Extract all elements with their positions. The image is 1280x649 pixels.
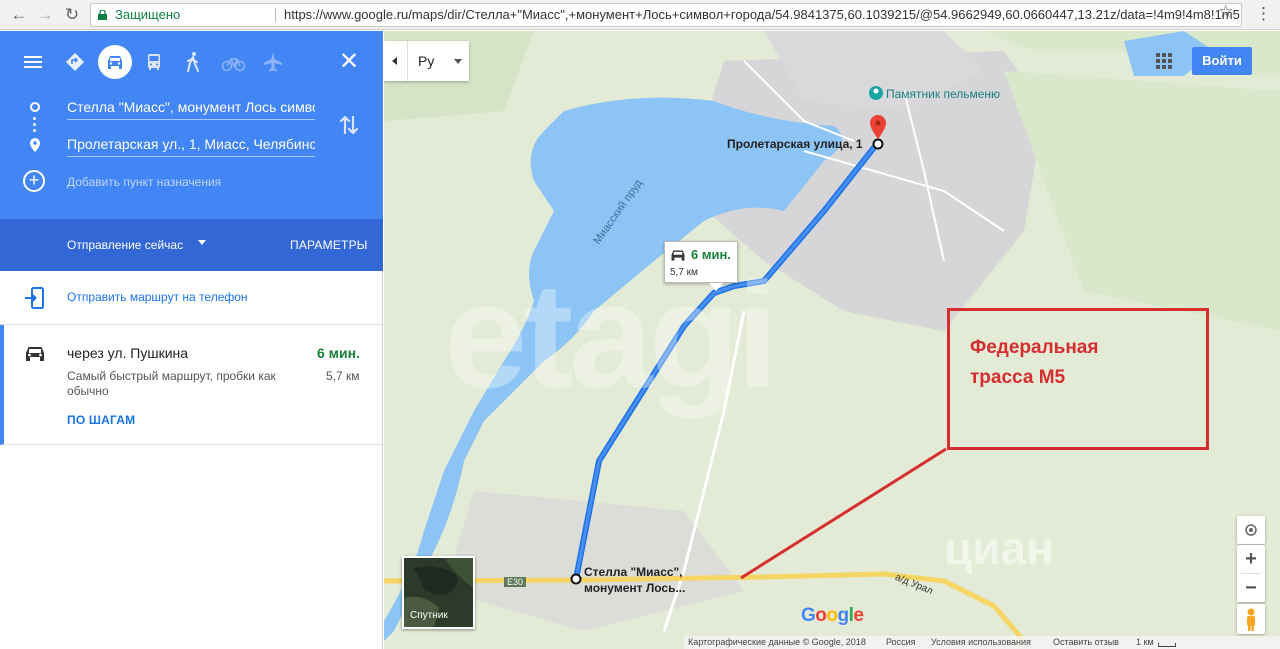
route-description: Самый быстрый маршрут, пробки как обычно: [67, 369, 276, 398]
travel-mode-row: ✕: [0, 43, 383, 81]
options-button[interactable]: ПАРАМЕТРЫ: [290, 238, 368, 252]
satellite-toggle[interactable]: Спутник: [402, 556, 475, 629]
callout-distance: 5,7 км: [670, 267, 698, 278]
directions-header: ✕ Стелла "Миасс", монумент Лось символ г…: [0, 31, 383, 219]
sign-in-button[interactable]: Войти: [1192, 47, 1252, 75]
address-bar[interactable]: Защищено https://www.google.ru/maps/dir/…: [90, 3, 1242, 27]
origin-dot-icon: [30, 102, 40, 112]
chevron-down-icon: [454, 59, 462, 64]
route-time-callout[interactable]: 6 мин. 5,7 км: [664, 241, 738, 291]
pegman-icon: [1247, 608, 1255, 631]
car-icon: [671, 250, 685, 261]
departure-bar: Отправление сейчас ПАРАМЕТРЫ: [0, 219, 383, 271]
scale-bar: [1158, 643, 1176, 647]
origin-label-line1[interactable]: Стелла "Миасс",: [584, 565, 683, 579]
origin-label-line2[interactable]: монумент Лось...: [584, 581, 685, 595]
flight-mode-icon[interactable]: [256, 45, 290, 79]
driving-mode-icon[interactable]: [98, 45, 132, 79]
country-link[interactable]: Россия: [886, 636, 916, 649]
language-selector[interactable]: Ру: [384, 41, 469, 81]
zoom-out-button[interactable]: −: [1237, 574, 1265, 602]
details-link[interactable]: ПО ШАГАМ: [67, 413, 135, 427]
route-via: через ул. Пушкина: [67, 345, 189, 361]
destination-input[interactable]: Пролетарская ул., 1, Миасс, Челябинская …: [67, 133, 315, 157]
street-view-pegman[interactable]: [1237, 604, 1265, 634]
route-option[interactable]: через ул. Пушкина 6 мин. Самый быстрый м…: [0, 325, 382, 445]
annotation-line2: трасса М5: [970, 367, 1066, 388]
lock-icon: [98, 10, 107, 20]
close-icon[interactable]: ✕: [336, 49, 362, 75]
add-destination-label[interactable]: Добавить пункт назначения: [67, 175, 221, 189]
locate-icon: [1245, 524, 1257, 536]
my-location-button[interactable]: [1237, 516, 1265, 544]
zoom-in-button[interactable]: +: [1237, 545, 1265, 573]
satellite-label: Спутник: [410, 610, 448, 621]
zoom-control: + −: [1237, 545, 1265, 602]
map-canvas[interactable]: etagi циан Ру Войти Памятник пельменю Пр…: [384, 31, 1280, 649]
best-route-icon[interactable]: [58, 45, 92, 79]
destination-pin-icon: [30, 138, 40, 152]
monument-label[interactable]: Памятник пельменю: [886, 87, 1000, 101]
directions-panel: ✕ Стелла "Миасс", монумент Лось символ г…: [0, 31, 383, 649]
terms-link[interactable]: Условия использования: [931, 636, 1031, 649]
car-icon: [26, 347, 44, 361]
apps-grid-icon[interactable]: [1156, 53, 1172, 69]
bookmark-star-icon[interactable]: ☆: [1218, 3, 1233, 21]
collapse-panel-icon[interactable]: [384, 41, 408, 81]
annotation-line1: Федеральная: [970, 337, 1099, 358]
route-duration: 6 мин.: [317, 345, 360, 361]
map-copyright: Картографические данные © Google, 2018: [688, 637, 866, 647]
watermark-cian: циан: [944, 522, 1054, 574]
route-dots-icon: [33, 117, 37, 137]
route-distance: 5,7 км: [326, 369, 360, 383]
menu-icon[interactable]: [16, 45, 50, 79]
origin-input[interactable]: Стелла "Миасс", монумент Лось символ гор…: [67, 96, 315, 120]
road-e30-badge: E30: [504, 577, 527, 587]
add-destination-icon[interactable]: +: [23, 170, 45, 192]
separator: [275, 8, 276, 22]
swap-icon[interactable]: [339, 113, 359, 137]
walking-mode-icon[interactable]: [176, 45, 210, 79]
map-footer: Картографические данные © Google, 2018 Р…: [684, 636, 1280, 649]
reload-icon[interactable]: ↻: [61, 4, 83, 26]
browser-menu-icon[interactable]: ⋮: [1255, 4, 1272, 24]
callout-duration: 6 мин.: [691, 247, 731, 262]
send-to-phone-row[interactable]: Отправить маршрут на телефон: [0, 271, 382, 325]
send-to-phone-label[interactable]: Отправить маршрут на телефон: [67, 290, 248, 304]
chevron-down-icon[interactable]: [198, 240, 206, 245]
send-to-phone-icon: [25, 287, 44, 309]
annotation-text: Федеральная трасса М5: [970, 333, 1098, 393]
cycling-mode-icon[interactable]: [216, 45, 250, 79]
transit-mode-icon[interactable]: [137, 45, 171, 79]
scale-label: 1 км: [1136, 637, 1154, 647]
secure-label: Защищено: [115, 7, 181, 22]
language-label: Ру: [418, 53, 435, 69]
forward-icon[interactable]: →: [34, 4, 56, 26]
departure-select[interactable]: Отправление сейчас: [67, 238, 183, 252]
feedback-link[interactable]: Оставить отзыв: [1053, 636, 1119, 649]
google-logo: Google: [801, 605, 864, 626]
url-text[interactable]: https://www.google.ru/maps/dir/Стелла+"М…: [284, 4, 1241, 26]
back-icon[interactable]: ←: [8, 4, 30, 26]
browser-toolbar: ← → ↻ Защищено https://www.google.ru/map…: [0, 0, 1280, 30]
annotation-box: Федеральная трасса М5: [947, 308, 1209, 450]
destination-label[interactable]: Пролетарская улица, 1: [727, 137, 863, 151]
